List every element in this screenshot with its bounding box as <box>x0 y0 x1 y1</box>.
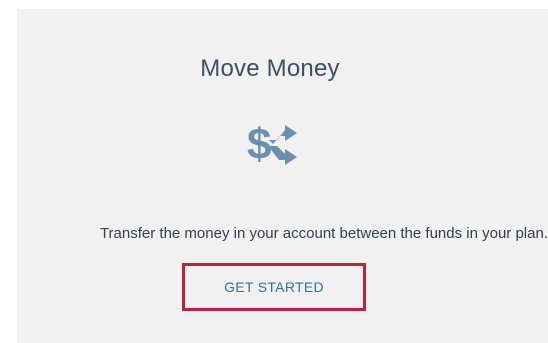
card-title: Move Money <box>200 55 340 82</box>
card-description: Transfer the money in your account betwe… <box>99 225 548 242</box>
svg-text:$: $ <box>247 120 271 169</box>
get-started-button[interactable]: GET STARTED <box>186 267 362 307</box>
dollar-transfer-icon: $ <box>247 116 299 170</box>
